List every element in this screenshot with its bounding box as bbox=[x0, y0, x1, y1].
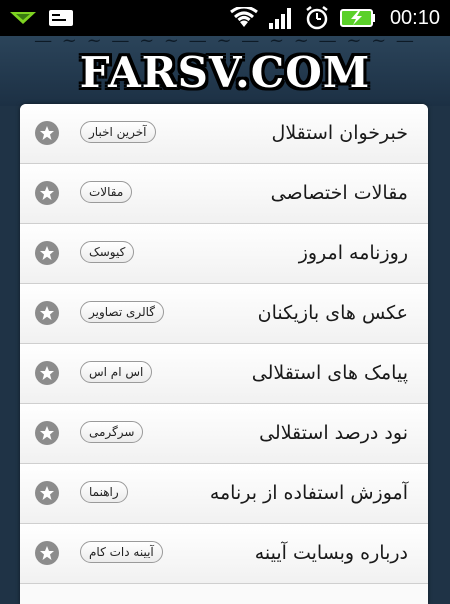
menu-item-tutorial[interactable]: آموزش استفاده از برنامه راهنما bbox=[20, 464, 428, 524]
menu-item-title: عکس های بازیکنان bbox=[257, 302, 408, 324]
star-icon[interactable] bbox=[35, 241, 59, 265]
main-menu-list: خبرخوان استقلال آخرین اخبار مقالات اختصا… bbox=[20, 104, 428, 604]
alarm-icon bbox=[304, 6, 330, 30]
star-icon[interactable] bbox=[35, 481, 59, 505]
status-bar-notifications bbox=[8, 9, 74, 27]
signal-icon bbox=[268, 7, 294, 29]
menu-item-about[interactable]: درباره وبسایت آیینه آیینه دات کام bbox=[20, 524, 428, 584]
sms-icon bbox=[48, 9, 74, 27]
wifi-icon bbox=[230, 7, 258, 29]
battery-charging-icon bbox=[339, 8, 376, 28]
menu-item-tag: آیینه دات کام bbox=[80, 541, 163, 563]
menu-item-tag: اس ام اس bbox=[80, 361, 153, 383]
menu-item-newspaper[interactable]: روزنامه امروز کیوسک bbox=[20, 224, 428, 284]
menu-item-title: آموزش استفاده از برنامه bbox=[209, 482, 408, 504]
menu-item-news[interactable]: خبرخوان استقلال آخرین اخبار bbox=[20, 104, 428, 164]
menu-item-title: پیامک های استقلالی bbox=[251, 362, 408, 384]
star-icon[interactable] bbox=[35, 421, 59, 445]
star-icon[interactable] bbox=[35, 181, 59, 205]
status-bar-system: 00:10 bbox=[230, 6, 440, 30]
star-icon[interactable] bbox=[35, 361, 59, 385]
site-watermark: FARSV.COM bbox=[79, 48, 371, 97]
star-icon[interactable] bbox=[35, 541, 59, 565]
menu-item-title: نود درصد استقلالی bbox=[259, 422, 408, 444]
menu-item-tag: مقالات bbox=[80, 181, 133, 203]
menu-item-tag: راهنما bbox=[80, 481, 128, 503]
star-icon[interactable] bbox=[35, 301, 59, 325]
menu-item-tag: آخرین اخبار bbox=[80, 121, 156, 143]
menu-item-title: مقالات اختصاصی bbox=[270, 182, 408, 204]
app-header: — ~ ~ — ~ ~ — ~ — ~ ~ — ~ ~ — FARSV.COM bbox=[0, 30, 450, 106]
menu-item-tag: سرگرمی bbox=[80, 421, 144, 443]
menu-item-player-photos[interactable]: عکس های بازیکنان گالری تصاویر bbox=[20, 284, 428, 344]
menu-item-title: روزنامه امروز bbox=[298, 242, 408, 264]
menu-item-tag: کیوسک bbox=[80, 241, 135, 263]
header-decoration: — ~ ~ — ~ ~ — ~ — ~ ~ — ~ ~ — bbox=[34, 30, 416, 48]
menu-item-ninety-percent[interactable]: نود درصد استقلالی سرگرمی bbox=[20, 404, 428, 464]
menu-item-sms[interactable]: پیامک های استقلالی اس ام اس bbox=[20, 344, 428, 404]
notification-arrow-icon bbox=[8, 10, 38, 26]
menu-item-title: خبرخوان استقلال bbox=[271, 122, 408, 144]
status-time: 00:10 bbox=[389, 6, 440, 29]
menu-item-articles[interactable]: مقالات اختصاصی مقالات bbox=[20, 164, 428, 224]
star-icon[interactable] bbox=[35, 121, 59, 145]
menu-item-title: درباره وبسایت آیینه bbox=[254, 542, 408, 564]
menu-item-tag: گالری تصاویر bbox=[80, 301, 165, 323]
